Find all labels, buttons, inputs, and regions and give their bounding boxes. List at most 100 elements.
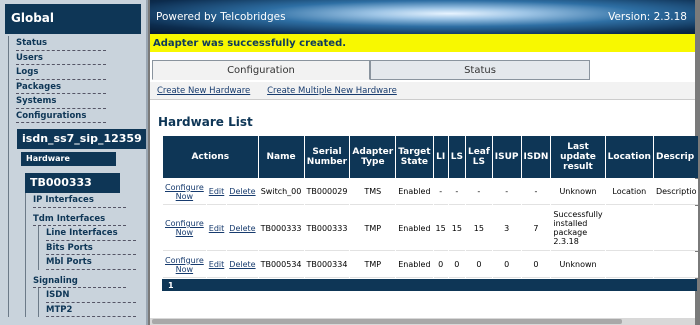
- cell-ls: -: [448, 179, 465, 205]
- col-serial[interactable]: Serial Number: [304, 136, 350, 178]
- col-target-state[interactable]: Target State: [396, 136, 433, 178]
- col-li[interactable]: LI: [433, 136, 448, 178]
- sidebar-system-node[interactable]: isdn_ss7_sip_12359: [17, 129, 146, 149]
- scrollbar-thumb[interactable]: [152, 319, 622, 324]
- cell-type: TMP: [350, 252, 396, 278]
- sidebar-global-header[interactable]: Global: [5, 4, 141, 34]
- version-label: Version: 2.3.18: [608, 11, 687, 23]
- edit-link[interactable]: Edit: [206, 252, 227, 278]
- action-links-bar: Create New Hardware Create Multiple New …: [150, 82, 695, 100]
- col-name[interactable]: Name: [258, 136, 304, 178]
- col-description[interactable]: Descrip: [653, 136, 699, 178]
- cell-li: 15: [433, 206, 448, 251]
- powered-by-label: Powered by Telcobridges: [156, 11, 286, 23]
- sidebar-item-isdn[interactable]: ISDN: [39, 288, 146, 303]
- cell-isdn: 0: [521, 252, 551, 278]
- col-last-update[interactable]: Last update result: [551, 136, 605, 178]
- cell-leaf: -: [465, 179, 492, 205]
- edit-link[interactable]: Edit: [206, 179, 227, 205]
- cell-serial: TB000334: [304, 252, 350, 278]
- col-location[interactable]: Location: [605, 136, 653, 178]
- cell-name: TB000333: [258, 206, 304, 251]
- horizontal-scrollbar[interactable]: [150, 318, 695, 325]
- sidebar: Global Status Users Logs Packages System…: [0, 0, 148, 325]
- header-banner: Powered by Telcobridges Version: 2.3.18: [150, 0, 695, 34]
- cell-location: Location: [605, 179, 653, 205]
- configure-now-link[interactable]: Configure Now: [163, 252, 206, 278]
- tab-bar: Configuration Status: [150, 60, 695, 82]
- tab-status[interactable]: Status: [370, 60, 590, 80]
- table-row: Configure Now Edit Delete TB000534 TB000…: [163, 252, 699, 278]
- configure-now-link[interactable]: Configure Now: [163, 206, 206, 251]
- sidebar-item-mbl-ports[interactable]: Mbl Ports: [39, 255, 146, 270]
- sidebar-item-packages[interactable]: Packages: [9, 80, 146, 95]
- sidebar-item-logs[interactable]: Logs: [9, 65, 146, 80]
- cell-li: 0: [433, 252, 448, 278]
- cell-leaf: 15: [465, 206, 492, 251]
- hardware-list-title: Hardware List: [158, 115, 253, 129]
- cell-location: [605, 206, 653, 251]
- cell-ls: 15: [448, 206, 465, 251]
- table-row: Configure Now Edit Delete Switch_00 TB00…: [163, 179, 699, 205]
- create-multiple-hardware-link[interactable]: Create Multiple New Hardware: [267, 86, 397, 96]
- sidebar-item-line-interfaces[interactable]: Line Interfaces: [39, 226, 146, 241]
- sidebar-item-systems[interactable]: Systems: [9, 94, 146, 109]
- cell-description: Descriptio: [653, 179, 699, 205]
- cell-name: TB000534: [258, 252, 304, 278]
- cell-description: [653, 206, 699, 251]
- sidebar-item-tdm-interfaces[interactable]: Tdm Interfaces: [26, 212, 146, 227]
- adapter-tree: IP Interfaces Tdm Interfaces Line Interf…: [25, 193, 146, 317]
- cell-isup: 3: [492, 206, 521, 251]
- configure-now-link[interactable]: Configure Now: [163, 179, 206, 205]
- cell-result: Unknown: [551, 179, 605, 205]
- cell-state: Enabled: [396, 179, 433, 205]
- table-row: Configure Now Edit Delete TB000333 TB000…: [163, 206, 699, 251]
- cell-result: Successfully installed package 2.3.18: [551, 206, 605, 251]
- cell-ls: 0: [448, 252, 465, 278]
- cell-serial: TB000333: [304, 206, 350, 251]
- cell-isdn: -: [521, 179, 551, 205]
- col-actions: Actions: [163, 136, 258, 178]
- col-isup[interactable]: ISUP: [492, 136, 521, 178]
- global-menu: Status Users Logs Packages Systems Confi…: [8, 36, 146, 317]
- edit-link[interactable]: Edit: [206, 206, 227, 251]
- cell-state: Enabled: [396, 206, 433, 251]
- signaling-tree: ISDN MTP2: [38, 288, 146, 317]
- cell-result: Unknown: [551, 252, 605, 278]
- sidebar-item-ip-interfaces[interactable]: IP Interfaces: [26, 193, 146, 208]
- success-notice: Adapter was successfully created.: [150, 34, 695, 52]
- sidebar-item-users[interactable]: Users: [9, 51, 146, 66]
- col-adapter-type[interactable]: Adapter Type: [350, 136, 396, 178]
- cell-state: Enabled: [396, 252, 433, 278]
- sidebar-item-mtp2[interactable]: MTP2: [39, 303, 146, 318]
- table-header-row: Actions Name Serial Number Adapter Type …: [163, 136, 699, 178]
- sidebar-item-configurations[interactable]: Configurations: [9, 109, 146, 124]
- delete-link[interactable]: Delete: [227, 179, 258, 205]
- cell-serial: TB000029: [304, 179, 350, 205]
- tab-configuration[interactable]: Configuration: [152, 60, 370, 80]
- tdm-tree: Line Interfaces Bits Ports Mbl Ports: [38, 226, 146, 270]
- table-pager[interactable]: 1: [162, 279, 697, 291]
- cell-isup: -: [492, 179, 521, 205]
- cell-location: [605, 252, 653, 278]
- col-leaf-ls[interactable]: Leaf LS: [465, 136, 492, 178]
- cell-isdn: 7: [521, 206, 551, 251]
- col-isdn[interactable]: ISDN: [521, 136, 551, 178]
- sidebar-item-hardware[interactable]: Hardware: [21, 152, 116, 166]
- delete-link[interactable]: Delete: [227, 252, 258, 278]
- cell-type: TMS: [350, 179, 396, 205]
- sidebar-item-status[interactable]: Status: [9, 36, 146, 51]
- create-new-hardware-link[interactable]: Create New Hardware: [157, 86, 250, 96]
- sidebar-item-bits-ports[interactable]: Bits Ports: [39, 241, 146, 256]
- sidebar-item-signaling[interactable]: Signaling: [26, 274, 146, 289]
- cell-li: -: [433, 179, 448, 205]
- col-ls[interactable]: LS: [448, 136, 465, 178]
- hardware-table: Actions Name Serial Number Adapter Type …: [162, 135, 699, 279]
- delete-link[interactable]: Delete: [227, 206, 258, 251]
- cell-type: TMP: [350, 206, 396, 251]
- cell-isup: 0: [492, 252, 521, 278]
- main-panel: Powered by Telcobridges Version: 2.3.18 …: [150, 0, 699, 320]
- sidebar-adapter-node[interactable]: TB000333: [25, 173, 120, 193]
- cell-name: Switch_00: [258, 179, 304, 205]
- cell-leaf: 0: [465, 252, 492, 278]
